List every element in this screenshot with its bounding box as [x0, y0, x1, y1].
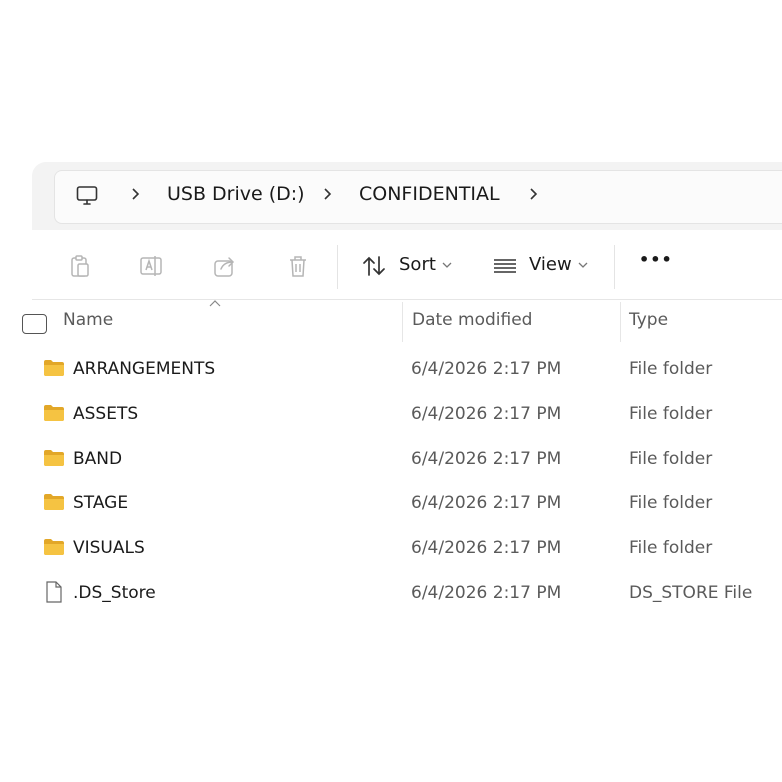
- file-date-modified: 6/4/2026 2:17 PM: [411, 359, 562, 379]
- chevron-right-icon[interactable]: [321, 186, 335, 202]
- breadcrumb-usb-drive[interactable]: USB Drive (D:): [167, 183, 305, 205]
- this-pc-icon[interactable]: [75, 184, 99, 208]
- chevron-right-icon[interactable]: [129, 186, 143, 202]
- delete-icon[interactable]: [285, 253, 311, 279]
- toolbar-separator: [614, 245, 615, 289]
- more-options-button[interactable]: •••: [639, 250, 673, 269]
- file-row[interactable]: STAGE 6/4/2026 2:17 PM File folder: [32, 482, 782, 526]
- file-type: DS_STORE File: [629, 583, 753, 603]
- file-name: .DS_Store: [73, 583, 156, 603]
- sort-icon[interactable]: [361, 253, 387, 279]
- column-header-name[interactable]: Name: [63, 310, 113, 330]
- command-bar: Sort View •••: [32, 231, 782, 300]
- paste-icon[interactable]: [67, 253, 93, 279]
- file-date-modified: 6/4/2026 2:17 PM: [411, 538, 562, 558]
- folder-icon: [44, 539, 64, 555]
- share-icon[interactable]: [212, 253, 238, 279]
- breadcrumb-confidential[interactable]: CONFIDENTIAL: [359, 183, 500, 205]
- view-button[interactable]: View: [529, 254, 572, 275]
- column-header-date-modified[interactable]: Date modified: [412, 310, 532, 330]
- column-header-type[interactable]: Type: [629, 310, 668, 330]
- file-row[interactable]: VISUALS 6/4/2026 2:17 PM File folder: [32, 527, 782, 571]
- file-row[interactable]: ASSETS 6/4/2026 2:17 PM File folder: [32, 393, 782, 437]
- rename-icon[interactable]: [138, 253, 164, 279]
- file-type: File folder: [629, 493, 713, 513]
- file-name: ASSETS: [73, 404, 139, 424]
- sort-button[interactable]: Sort: [399, 254, 436, 275]
- file-type: File folder: [629, 538, 713, 558]
- folder-icon: [44, 494, 64, 510]
- file-date-modified: 6/4/2026 2:17 PM: [411, 493, 562, 513]
- select-all-checkbox[interactable]: [22, 314, 47, 334]
- folder-icon: [44, 360, 64, 376]
- file-date-modified: 6/4/2026 2:17 PM: [411, 404, 562, 424]
- folder-icon: [44, 405, 64, 421]
- address-region: USB Drive (D:) CONFIDENTIAL: [32, 162, 782, 230]
- folder-icon: [44, 450, 64, 466]
- chevron-right-icon[interactable]: [527, 186, 541, 202]
- file-explorer-window: USB Drive (D:) CONFIDENTIAL Sort View ••…: [22, 162, 782, 622]
- file-type: File folder: [629, 404, 713, 424]
- toolbar-separator: [337, 245, 338, 289]
- file-row[interactable]: BAND 6/4/2026 2:17 PM File folder: [32, 438, 782, 482]
- file-icon: [46, 581, 62, 603]
- file-name: BAND: [73, 449, 123, 469]
- file-row[interactable]: .DS_Store 6/4/2026 2:17 PM DS_STORE File: [32, 572, 782, 616]
- file-name: VISUALS: [73, 538, 145, 558]
- file-row[interactable]: ARRANGEMENTS 6/4/2026 2:17 PM File folde…: [32, 348, 782, 392]
- file-date-modified: 6/4/2026 2:17 PM: [411, 449, 562, 469]
- file-name: STAGE: [73, 493, 129, 513]
- address-bar[interactable]: USB Drive (D:) CONFIDENTIAL: [54, 170, 782, 224]
- file-type: File folder: [629, 449, 713, 469]
- sort-ascending-icon: [209, 300, 221, 307]
- view-icon[interactable]: [492, 253, 518, 279]
- column-divider[interactable]: [620, 302, 621, 342]
- file-name: ARRANGEMENTS: [73, 359, 216, 379]
- chevron-down-icon[interactable]: [578, 262, 588, 269]
- file-type: File folder: [629, 359, 713, 379]
- chevron-down-icon[interactable]: [442, 262, 452, 269]
- column-divider[interactable]: [402, 302, 403, 342]
- file-date-modified: 6/4/2026 2:17 PM: [411, 583, 562, 603]
